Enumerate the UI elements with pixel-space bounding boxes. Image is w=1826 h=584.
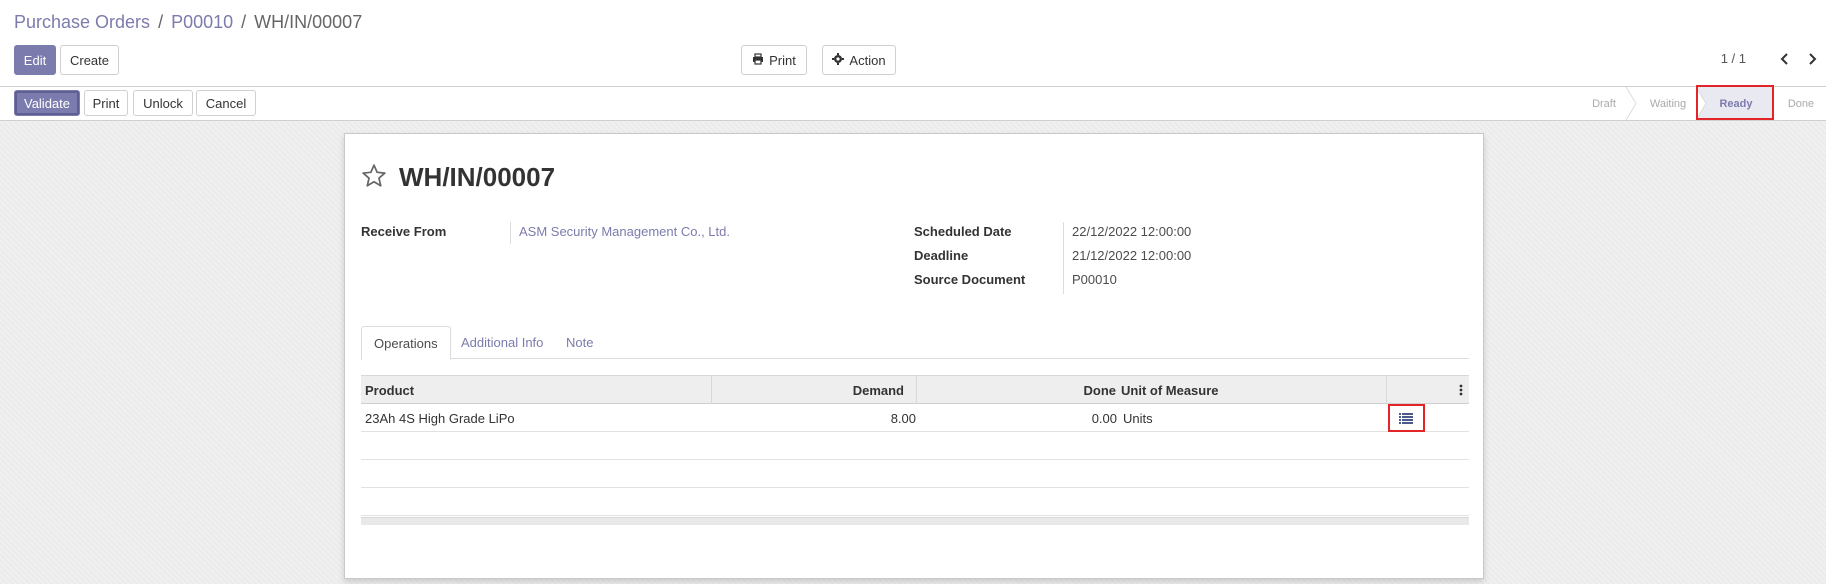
stage-done[interactable]: Done <box>1776 87 1826 120</box>
operations-table: Product Demand Done Unit of Measure 23Ah… <box>361 375 1469 525</box>
validate-button[interactable]: Validate <box>14 90 80 116</box>
column-demand[interactable]: Demand <box>712 376 904 404</box>
row-demand: 8.00 <box>890 410 916 426</box>
row-product: 23Ah 4S High Grade LiPo <box>365 410 515 426</box>
cancel-button[interactable]: Cancel <box>196 90 256 116</box>
action-dropdown-label: Action <box>849 52 886 68</box>
stage-separator-icon <box>1695 87 1707 120</box>
breadcrumb-purchase-orders[interactable]: Purchase Orders <box>14 12 150 33</box>
tab-note[interactable]: Note <box>554 326 605 359</box>
unlock-button[interactable]: Unlock <box>133 90 193 116</box>
chevron-left-icon[interactable] <box>1777 49 1793 69</box>
tab-operations[interactable]: Operations <box>361 326 451 360</box>
create-button[interactable]: Create <box>60 45 119 75</box>
source-document-label: Source Document <box>914 272 1026 287</box>
scheduled-date-label: Scheduled Date <box>914 224 1012 239</box>
table-footer <box>361 517 1469 525</box>
field-divider <box>1063 222 1064 294</box>
notebook-tabs: Operations Additional Info Note <box>361 326 1469 360</box>
form-sheet: WH/IN/00007 Receive From ASM Security Ma… <box>344 133 1484 579</box>
row-uom: Units <box>1123 410 1153 426</box>
breadcrumb-separator: / <box>241 12 247 32</box>
print-icon <box>752 52 764 68</box>
record-title: WH/IN/00007 <box>399 162 556 192</box>
receive-from-link[interactable]: ASM Security Management Co., Ltd. <box>519 224 730 239</box>
source-document-value: P00010 <box>1072 272 1117 287</box>
control-panel: Purchase Orders / P00010 / WH/IN/00007 E… <box>0 0 1826 87</box>
column-product[interactable]: Product <box>365 376 414 404</box>
list-detail-icon[interactable] <box>1388 404 1424 432</box>
row-done: 0.00 <box>1091 410 1117 426</box>
print-dropdown-label: Print <box>769 52 796 68</box>
edit-button[interactable]: Edit <box>14 45 56 75</box>
stage-ready[interactable]: Ready <box>1698 87 1774 120</box>
column-divider <box>1386 376 1387 404</box>
statusbar: Validate Print Unlock Cancel Draft Waiti… <box>0 85 1826 121</box>
deadline-label: Deadline <box>914 248 969 263</box>
receive-from-label: Receive From <box>361 224 447 239</box>
statusbar-print-button[interactable]: Print <box>84 90 128 116</box>
breadcrumb-current: WH/IN/00007 <box>254 12 363 32</box>
deadline-value: 21/12/2022 12:00:00 <box>1072 248 1192 263</box>
empty-row <box>361 488 1469 516</box>
tab-additional-info[interactable]: Additional Info <box>449 326 555 359</box>
table-header: Product Demand Done Unit of Measure <box>361 375 1469 404</box>
star-icon[interactable] <box>361 163 387 192</box>
stage-waiting[interactable]: Waiting <box>1636 87 1700 120</box>
table-row[interactable]: 23Ah 4S High Grade LiPo 8.00 0.00 Units <box>361 404 1469 432</box>
breadcrumb-po[interactable]: P00010 <box>171 12 233 33</box>
title-row: WH/IN/00007 <box>361 162 555 193</box>
breadcrumb-separator: / <box>158 12 164 32</box>
field-divider <box>510 222 511 244</box>
scheduled-date-value: 22/12/2022 12:00:00 <box>1072 224 1192 239</box>
pager-value: 1 / 1 <box>1720 51 1746 66</box>
empty-row <box>361 432 1469 460</box>
column-unit-of-measure[interactable]: Unit of Measure <box>1121 376 1219 404</box>
gear-icon <box>832 52 845 68</box>
action-dropdown-button[interactable]: Action <box>822 45 896 75</box>
chevron-right-icon[interactable] <box>1804 49 1820 69</box>
kebab-icon[interactable] <box>1456 376 1466 404</box>
column-done[interactable]: Done <box>917 376 1117 404</box>
print-dropdown-button[interactable]: Print <box>741 45 807 75</box>
breadcrumb: Purchase Orders / P00010 / WH/IN/00007 <box>14 12 362 33</box>
empty-row <box>361 460 1469 488</box>
